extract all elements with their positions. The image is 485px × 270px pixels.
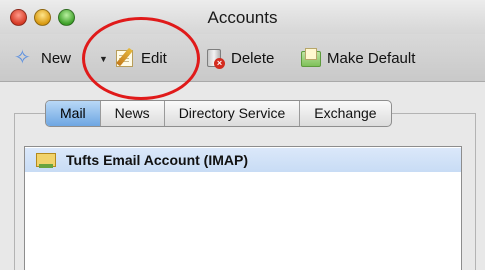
delete-label: Delete	[231, 49, 275, 67]
toolbar: ✧ New Edit × Delete Make Default	[0, 34, 485, 82]
accounts-list[interactable]: Tufts Email Account (IMAP)	[24, 146, 462, 270]
mail-account-icon	[36, 151, 58, 169]
new-button[interactable]: ✧ New	[14, 45, 71, 71]
make-default-icon	[300, 47, 322, 69]
annotation-circle	[82, 17, 200, 100]
tab-mail[interactable]: Mail	[46, 101, 101, 126]
star-icon: ✧	[14, 47, 31, 69]
tab-exchange[interactable]: Exchange	[300, 101, 390, 126]
delete-button[interactable]: × Delete	[204, 45, 274, 71]
account-type-tabs: Mail News Directory Service Exchange	[45, 100, 392, 127]
account-name: Tufts Email Account (IMAP)	[66, 152, 248, 168]
tab-news[interactable]: News	[101, 101, 165, 126]
new-label: New	[41, 49, 72, 67]
list-item[interactable]: Tufts Email Account (IMAP)	[25, 148, 461, 172]
make-default-button[interactable]: Make Default	[300, 45, 415, 71]
tab-directory-service[interactable]: Directory Service	[165, 101, 301, 126]
window-title: Accounts	[207, 8, 278, 27]
make-default-label: Make Default	[327, 49, 416, 67]
title-bar: Accounts	[0, 0, 485, 34]
trash-icon: ×	[204, 47, 226, 69]
accounts-window: Accounts ✧ New Edit × Delete Make Defaul…	[0, 0, 485, 270]
